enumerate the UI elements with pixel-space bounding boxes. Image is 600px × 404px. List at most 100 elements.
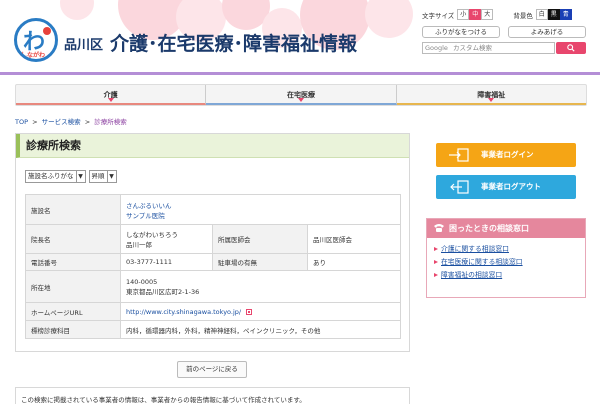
table-row: 施設名 さんぷるいいん サンプル医院 — [25, 194, 401, 225]
parking-label: 駐車場の有無 — [212, 253, 308, 271]
ward-name: 品川区 — [64, 38, 104, 53]
director-kana: しながわいちろう — [126, 231, 178, 239]
address-cell: 140-0005 東京都品川区広町2-1-36 — [120, 270, 401, 303]
nav-item-disability-welfare[interactable]: 障害福祉 — [396, 85, 586, 105]
header-divider — [0, 72, 600, 75]
bg-blue-button[interactable]: 青 — [559, 9, 572, 20]
search-button[interactable] — [556, 42, 586, 54]
nav-item-nursing[interactable]: 介護 — [16, 85, 207, 105]
homepage-cell: http://www.city.shinagawa.tokyo.jp/ — [120, 302, 401, 321]
link-label: 障害福祉の相談窓口 — [441, 271, 503, 279]
font-size-large-button[interactable]: 大 — [481, 9, 494, 20]
arrow-right-icon — [434, 247, 438, 251]
facility-label: 施設名 — [25, 194, 121, 225]
panel-header: 診療所検索 — [16, 134, 409, 158]
breadcrumb-top-link[interactable]: TOP — [15, 118, 28, 126]
sort-order-select[interactable]: 昇順 ▼ — [88, 170, 117, 183]
director-cell: しながわいちろう 品川一郎 — [120, 224, 213, 254]
consultation-title: 困ったときの相談窓口 — [449, 224, 529, 233]
font-size-medium-button[interactable]: 中 — [469, 9, 482, 20]
breadcrumb: TOP > サービス検索 > 診療所検索 — [15, 116, 127, 126]
font-size-row: 文字サイズ 小 中 大 背景色 白 黒 青 — [422, 8, 592, 21]
site-header: わ しながわ 品川区 介護･在宅医療･障害福祉情報 文字サイズ 小 中 大 背景… — [0, 0, 600, 78]
consult-link-home-medical[interactable]: 在宅医療に関する相談窓口 — [434, 256, 585, 269]
yomiage-button[interactable]: よみあげる — [508, 26, 586, 38]
breadcrumb-service-search-link[interactable]: サービス検索 — [42, 118, 81, 126]
search-brand: Google — [425, 44, 448, 52]
sort-key-select[interactable]: 施設名ふりがな ▼ — [25, 170, 86, 183]
address-text: 東京都品川区広町2-1-36 — [126, 287, 200, 296]
arrow-right-icon — [434, 273, 438, 277]
facility-cell: さんぷるいいん サンプル医院 — [120, 194, 401, 225]
table-row: ホームページURL http://www.city.shinagawa.toky… — [25, 302, 401, 321]
phone-value: 03-3777-1111 — [120, 253, 213, 271]
disclaimer-note: この検索に掲載されている事業者の情報は、事業者からの報告情報に基づいて作成されて… — [15, 387, 410, 404]
login-label: 事業者ログイン — [481, 150, 534, 159]
postal-code: 140-0005 — [126, 277, 158, 286]
consultation-header: 困ったときの相談窓口 — [427, 219, 585, 238]
parking-value: あり — [307, 253, 401, 271]
address-label: 所在地 — [25, 270, 121, 303]
business-login-button[interactable]: 事業者ログイン — [436, 143, 576, 167]
bg-black-button[interactable]: 黒 — [547, 9, 560, 20]
homepage-link[interactable]: http://www.city.shinagawa.tokyo.jp/ — [126, 308, 241, 316]
decor-bubble — [60, 0, 94, 20]
breadcrumb-separator: > — [84, 118, 91, 126]
logo-dot — [43, 27, 51, 35]
sort-order-value: 昇順 — [91, 172, 105, 180]
business-logout-button[interactable]: 事業者ログアウト — [436, 175, 576, 199]
phone-label: 電話番号 — [25, 253, 121, 271]
chevron-down-icon: ▼ — [106, 171, 116, 182]
breadcrumb-current: 診療所検索 — [94, 118, 127, 126]
homepage-label: ホームページURL — [25, 302, 121, 321]
consultation-links: 介護に関する相談窓口 在宅医療に関する相談窓口 障害福祉の相談窓口 — [427, 238, 585, 282]
nav-item-home-medical[interactable]: 在宅医療 — [206, 85, 397, 105]
consultation-box: 困ったときの相談窓口 介護に関する相談窓口 在宅医療に関する相談窓口 障害福祉の… — [426, 218, 586, 298]
table-row: 院長名 しながわいちろう 品川一郎 所属医師会 品川区医師会 — [25, 224, 401, 254]
site-logo[interactable]: わ しながわ — [14, 18, 58, 62]
link-label: 在宅医療に関する相談窓口 — [441, 258, 523, 266]
logo-subtext: しながわ — [21, 52, 46, 59]
consult-link-disability[interactable]: 障害福祉の相談窓口 — [434, 269, 585, 282]
bg-color-label: 背景色 — [513, 11, 533, 20]
breadcrumb-separator: > — [32, 118, 38, 126]
clinic-info-table: 施設名 さんぷるいいん サンプル医院 院長名 しながわいちろう 品川一郎 所属医… — [25, 194, 401, 339]
facility-name: サンプル医院 — [126, 211, 165, 220]
decor-bubble — [365, 0, 413, 38]
sort-controls: 施設名ふりがな ▼ 昇順 ▼ — [25, 170, 117, 183]
director-label: 院長名 — [25, 224, 121, 254]
bg-white-button[interactable]: 白 — [535, 9, 548, 20]
director-name: 品川一郎 — [126, 241, 152, 249]
phone-icon — [434, 224, 444, 232]
table-row: 所在地 140-0005 東京都品川区広町2-1-36 — [25, 270, 401, 303]
external-link-icon — [246, 308, 253, 315]
furigana-button[interactable]: ふりがなをつける — [422, 26, 500, 38]
search-input[interactable]: Google カスタム検索 — [422, 42, 555, 54]
page-title: 診療所検索 — [26, 139, 81, 152]
back-button[interactable]: 前のページに戻る — [177, 361, 247, 378]
logout-icon — [450, 180, 469, 194]
consult-link-nursing[interactable]: 介護に関する相談窓口 — [434, 243, 585, 256]
chevron-down-icon — [297, 98, 304, 102]
font-size-label: 文字サイズ — [422, 11, 455, 20]
sort-key-value: 施設名ふりがな — [28, 172, 74, 180]
chevron-down-icon — [488, 98, 495, 102]
assoc-label: 所属医師会 — [212, 224, 308, 254]
link-label: 介護に関する相談窓口 — [441, 245, 509, 253]
dept-label: 標榜診療科目 — [25, 320, 121, 339]
tool-panel: 文字サイズ 小 中 大 背景色 白 黒 青 — [422, 8, 592, 21]
chevron-down-icon — [107, 98, 114, 102]
search-placeholder: カスタム検索 — [453, 44, 492, 52]
login-icon — [449, 148, 469, 162]
arrow-right-icon — [434, 260, 438, 264]
table-row: 電話番号 03-3777-1111 駐車場の有無 あり — [25, 253, 401, 271]
assoc-value: 品川区医師会 — [307, 224, 401, 254]
logout-label: 事業者ログアウト — [481, 182, 541, 191]
main-nav: 介護 在宅医療 障害福祉 — [15, 84, 587, 106]
search-icon — [567, 44, 575, 52]
site-title[interactable]: 介護･在宅医療･障害福祉情報 — [110, 29, 357, 56]
dept-value: 内科，循環器内科，外科，精神神経科，ペインクリニック，その他 — [120, 320, 401, 339]
font-size-small-button[interactable]: 小 — [457, 9, 470, 20]
table-row: 標榜診療科目 内科，循環器内科，外科，精神神経科，ペインクリニック，その他 — [25, 320, 401, 339]
facility-kana: さんぷるいいん — [126, 201, 172, 210]
